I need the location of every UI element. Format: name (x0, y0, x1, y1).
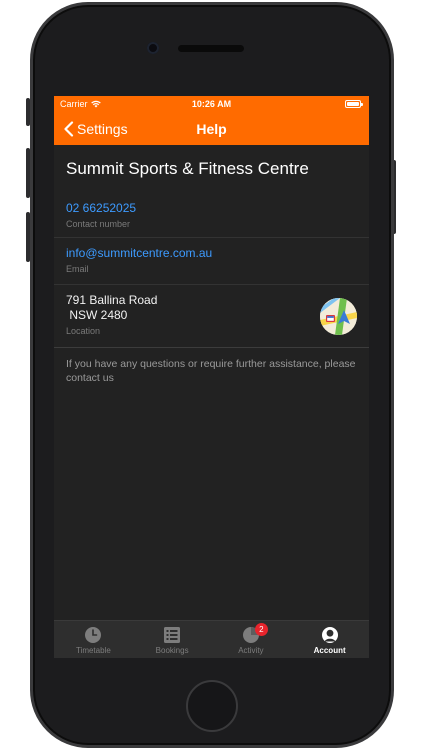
location-caption: Location (66, 326, 101, 336)
tab-bar: Timetable Bookings 2 Activity Account (54, 620, 369, 658)
maps-icon-graphic (320, 298, 357, 335)
contact-location-row[interactable]: 791 Ballina Road NSW 2480 Location (54, 285, 369, 348)
home-button[interactable] (186, 680, 238, 732)
clock-icon (85, 627, 102, 643)
tab-timetable-label: Timetable (75, 646, 111, 655)
earpiece-speaker (178, 45, 244, 52)
tab-account[interactable]: Account (290, 621, 369, 658)
front-camera (147, 42, 159, 54)
back-button-label: Settings (77, 120, 128, 137)
tab-bookings-label: Bookings (155, 646, 189, 655)
activity-badge: 2 (254, 623, 268, 636)
email-link[interactable]: info@summitcentre.com.au (66, 246, 357, 261)
help-note: If you have any questions or require fur… (66, 358, 356, 384)
maps-icon[interactable] (320, 298, 357, 335)
phone-number-link[interactable]: 02 66252025 (66, 201, 357, 216)
phone-caption: Contact number (66, 219, 131, 229)
address-line-1: 791 Ballina Road (66, 293, 158, 307)
status-bar: Carrier 10:26 AM (54, 96, 369, 112)
person-icon (321, 627, 338, 643)
navigation-bar: Settings Help (54, 112, 369, 145)
battery-fill (347, 102, 359, 106)
email-caption: Email (66, 264, 89, 274)
app-screen: Carrier 10:26 AM Settings Help Summit Sp… (54, 96, 369, 658)
tab-activity-label: Activity (238, 646, 264, 655)
battery-icon (345, 100, 363, 108)
organization-name: Summit Sports & Fitness Centre (66, 159, 309, 178)
back-button[interactable]: Settings (54, 121, 128, 137)
contact-email-row[interactable]: info@summitcentre.com.au Email (54, 238, 369, 285)
status-time: 10:26 AM (191, 99, 232, 109)
tab-account-label: Account (313, 646, 346, 655)
list-icon (164, 627, 181, 643)
chevron-left-icon (64, 120, 74, 137)
contact-phone-row[interactable]: 02 66252025 Contact number (54, 193, 369, 238)
help-content: Summit Sports & Fitness Centre 02 662520… (54, 145, 369, 620)
tab-activity[interactable]: 2 Activity (212, 621, 291, 658)
tab-timetable[interactable]: Timetable (54, 621, 133, 658)
address-line-2: NSW 2480 (66, 308, 128, 322)
tab-bookings[interactable]: Bookings (133, 621, 212, 658)
